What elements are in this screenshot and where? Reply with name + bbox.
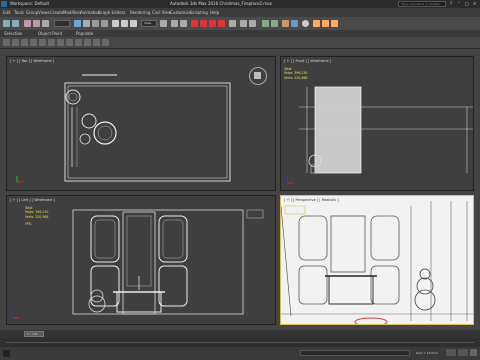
menu-views[interactable]: Views: [38, 11, 50, 15]
select-and-move-icon[interactable]: [112, 20, 119, 27]
grid-size: Grid = 10,0cm: [416, 351, 438, 355]
rectangular-selection-icon[interactable]: [92, 20, 99, 27]
named-selection-icon[interactable]: [229, 20, 236, 27]
ribbon-tab-object-paint[interactable]: Object Paint: [38, 32, 62, 36]
menu-customize[interactable]: Customize: [170, 11, 191, 15]
menu-modifiers[interactable]: Modifiers: [63, 11, 81, 15]
track-bar[interactable]: [0, 338, 480, 347]
ribbon-tab-selection[interactable]: Selection: [4, 32, 22, 36]
viewport-perspective[interactable]: [ + ] [ Perspective ] [ Realistic ]: [280, 195, 474, 325]
menu-group[interactable]: Group: [26, 11, 38, 15]
selection-filter-dropdown[interactable]: [54, 20, 70, 27]
undo-icon[interactable]: [3, 20, 10, 27]
ribbon-tool-icon[interactable]: [93, 39, 100, 46]
ribbon-tool-icon[interactable]: [75, 39, 82, 46]
ribbon-tool-icon[interactable]: [102, 39, 109, 46]
search-input[interactable]: Type a keyword or phrase: [398, 1, 446, 7]
menu-graph-editors[interactable]: Graph Editors: [98, 11, 125, 15]
redo-icon[interactable]: [12, 20, 19, 27]
top-view-wireframe: [16, 74, 231, 183]
menu-edit[interactable]: Edit: [3, 11, 11, 15]
close-button[interactable]: ✕: [473, 2, 476, 6]
percent-snap-icon[interactable]: [209, 20, 216, 27]
render-production-icon[interactable]: [331, 20, 338, 27]
workspace-dropdown[interactable]: Workspace: Default: [10, 2, 49, 6]
bind-space-warp-icon[interactable]: [42, 20, 49, 27]
snaps-toggle-icon[interactable]: [191, 20, 198, 27]
select-and-manipulate-icon[interactable]: [171, 20, 178, 27]
viewport-top[interactable]: [ + ] [ Top ] [ Wireframe ]: [6, 56, 276, 191]
angle-snap-icon[interactable]: [200, 20, 207, 27]
menu-bar: Edit Tools Group Views Create Modifiers …: [0, 8, 480, 17]
menu-civil-view[interactable]: Civil View: [152, 11, 171, 15]
render-setup-icon[interactable]: [313, 20, 320, 27]
ribbon-tabs: Selection Object Paint Populate: [0, 30, 480, 37]
status-bar: Grid = 10,0cm: [0, 347, 480, 360]
select-by-name-icon[interactable]: [83, 20, 90, 27]
ribbon-tab-populate[interactable]: Populate: [76, 32, 93, 36]
mirror-icon[interactable]: [240, 20, 247, 27]
menu-help[interactable]: Help: [210, 11, 219, 15]
reference-coordinate-dropdown[interactable]: View: [141, 20, 157, 27]
ribbon-tool-icon[interactable]: [84, 39, 91, 46]
align-icon[interactable]: [249, 20, 256, 27]
select-and-scale-icon[interactable]: [130, 20, 137, 27]
zoom-extents-icon[interactable]: [470, 349, 477, 356]
maxscript-listener-icon[interactable]: [3, 350, 10, 357]
ribbon-tool-icon[interactable]: [3, 39, 10, 46]
app-logo-icon[interactable]: [1, 1, 7, 7]
layer-explorer-icon[interactable]: [271, 20, 278, 27]
ribbon-tool-icon[interactable]: [21, 39, 28, 46]
menu-scripting[interactable]: Scripting: [190, 11, 208, 15]
ribbon-panel: [0, 37, 480, 49]
help-icon[interactable]: ?: [450, 2, 452, 6]
time-slider[interactable]: 0 / 100: [0, 330, 480, 338]
ribbon-tool-icon[interactable]: [12, 39, 19, 46]
ribbon-tool-icon[interactable]: [66, 39, 73, 46]
perspective-view-render: [281, 201, 473, 324]
minimize-button[interactable]: –: [458, 1, 460, 5]
title-bar: Workspace: Default Autodesk 3ds Max 2016…: [0, 0, 480, 8]
front-view-wireframe: [286, 86, 473, 184]
viewcube-icon[interactable]: [249, 67, 267, 85]
viewport-front[interactable]: [ + ] [ Front ] [ Wireframe ] Total Poly…: [280, 56, 474, 191]
coordinate-fields[interactable]: [300, 350, 410, 356]
time-slider-thumb[interactable]: 0 / 100: [24, 331, 44, 337]
viewport-left[interactable]: [ + ] [ Left ] [ Wireframe ] Total Polys…: [6, 195, 276, 325]
ribbon-tool-icon[interactable]: [30, 39, 37, 46]
select-object-icon[interactable]: [74, 20, 81, 27]
menu-create[interactable]: Create: [50, 11, 63, 15]
select-and-rotate-icon[interactable]: [121, 20, 128, 27]
menu-rendering[interactable]: Rendering: [130, 11, 150, 15]
spinner-snap-icon[interactable]: [218, 20, 225, 27]
pivot-center-icon[interactable]: [160, 20, 167, 27]
menu-tools[interactable]: Tools: [14, 11, 24, 15]
left-view-wireframe: [12, 209, 264, 319]
schematic-view-icon[interactable]: [291, 20, 298, 27]
set-key-button[interactable]: [458, 349, 468, 356]
window-title: Autodesk 3ds Max 2016 Christmas_Fireplac…: [170, 1, 272, 6]
material-editor-icon[interactable]: [302, 20, 309, 27]
auto-key-button[interactable]: [446, 349, 456, 356]
link-icon[interactable]: [24, 20, 31, 27]
main-toolbar: View: [0, 17, 480, 31]
rendered-frame-window-icon[interactable]: [322, 20, 329, 27]
curve-editor-icon[interactable]: [282, 20, 289, 27]
maximize-button[interactable]: □: [465, 2, 469, 6]
unlink-icon[interactable]: [33, 20, 40, 27]
window-crossing-icon[interactable]: [101, 20, 108, 27]
ribbon-tool-icon[interactable]: [48, 39, 55, 46]
scene-explorer-icon[interactable]: [262, 20, 269, 27]
keyboard-shortcut-icon[interactable]: [180, 20, 187, 27]
ribbon-tool-icon[interactable]: [57, 39, 64, 46]
ribbon-tool-icon[interactable]: [39, 39, 46, 46]
